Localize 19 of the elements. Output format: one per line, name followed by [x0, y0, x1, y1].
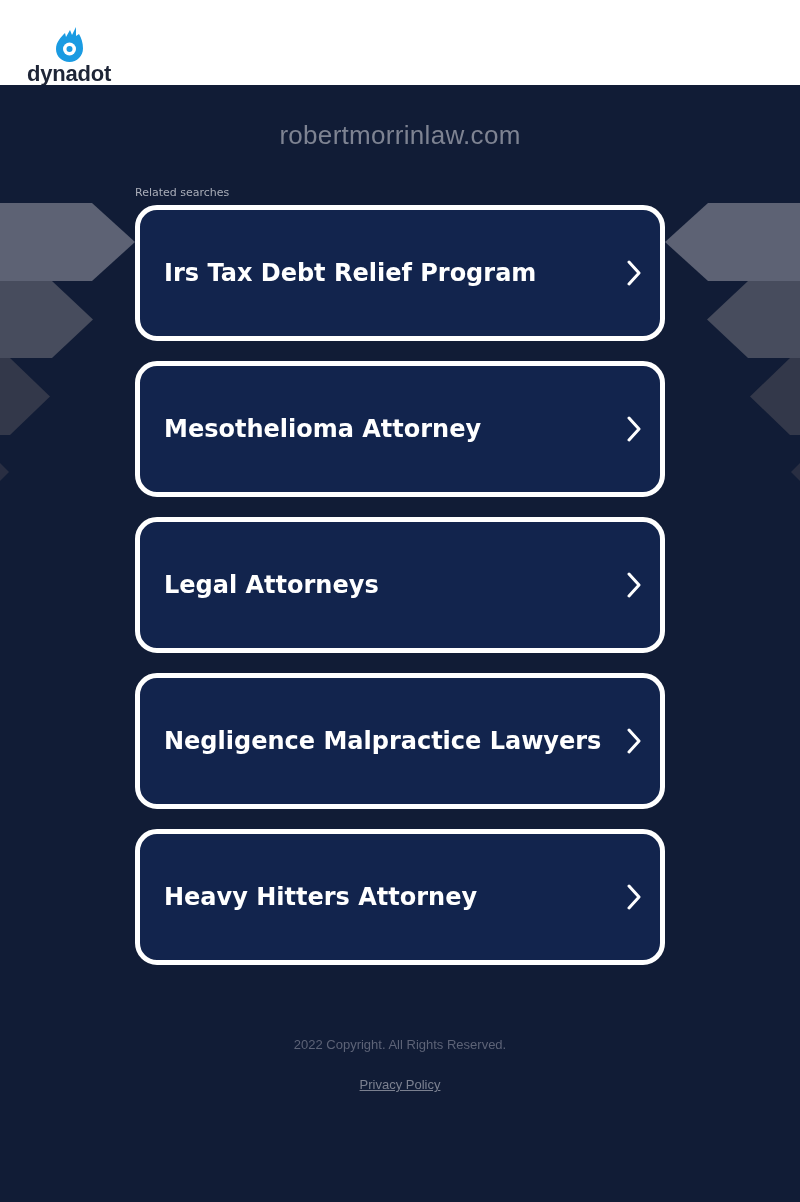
- chevron-right-icon: [627, 416, 641, 442]
- flame-logo-icon: [55, 27, 83, 62]
- privacy-policy-link[interactable]: Privacy Policy: [359, 1077, 441, 1093]
- section-heading: Related searches: [135, 186, 230, 200]
- chevron-right-icon: [627, 728, 641, 754]
- related-search-link[interactable]: Mesothelioma Attorney: [135, 361, 665, 497]
- chevron-right-icon: [627, 572, 641, 598]
- arrow-band-shape: [791, 463, 800, 481]
- domain-title: robertmorrinlaw.com: [279, 121, 521, 149]
- copyright-text: 2022 Copyright. All Rights Reserved.: [293, 1037, 507, 1053]
- related-search-link[interactable]: Heavy Hitters Attorney: [135, 829, 665, 965]
- related-search-link[interactable]: Negligence Malpractice Lawyers: [135, 673, 665, 809]
- logo-link[interactable]: dynadot: [26, 27, 112, 85]
- related-search-link[interactable]: Irs Tax Debt Relief Program: [135, 205, 665, 341]
- arrow-band-shape: [0, 463, 9, 481]
- related-search-link[interactable]: Legal Attorneys: [135, 517, 665, 653]
- chevron-right-icon: [627, 260, 641, 286]
- logo-wordmark: dynadot: [26, 62, 112, 85]
- chevron-right-icon: [627, 884, 641, 910]
